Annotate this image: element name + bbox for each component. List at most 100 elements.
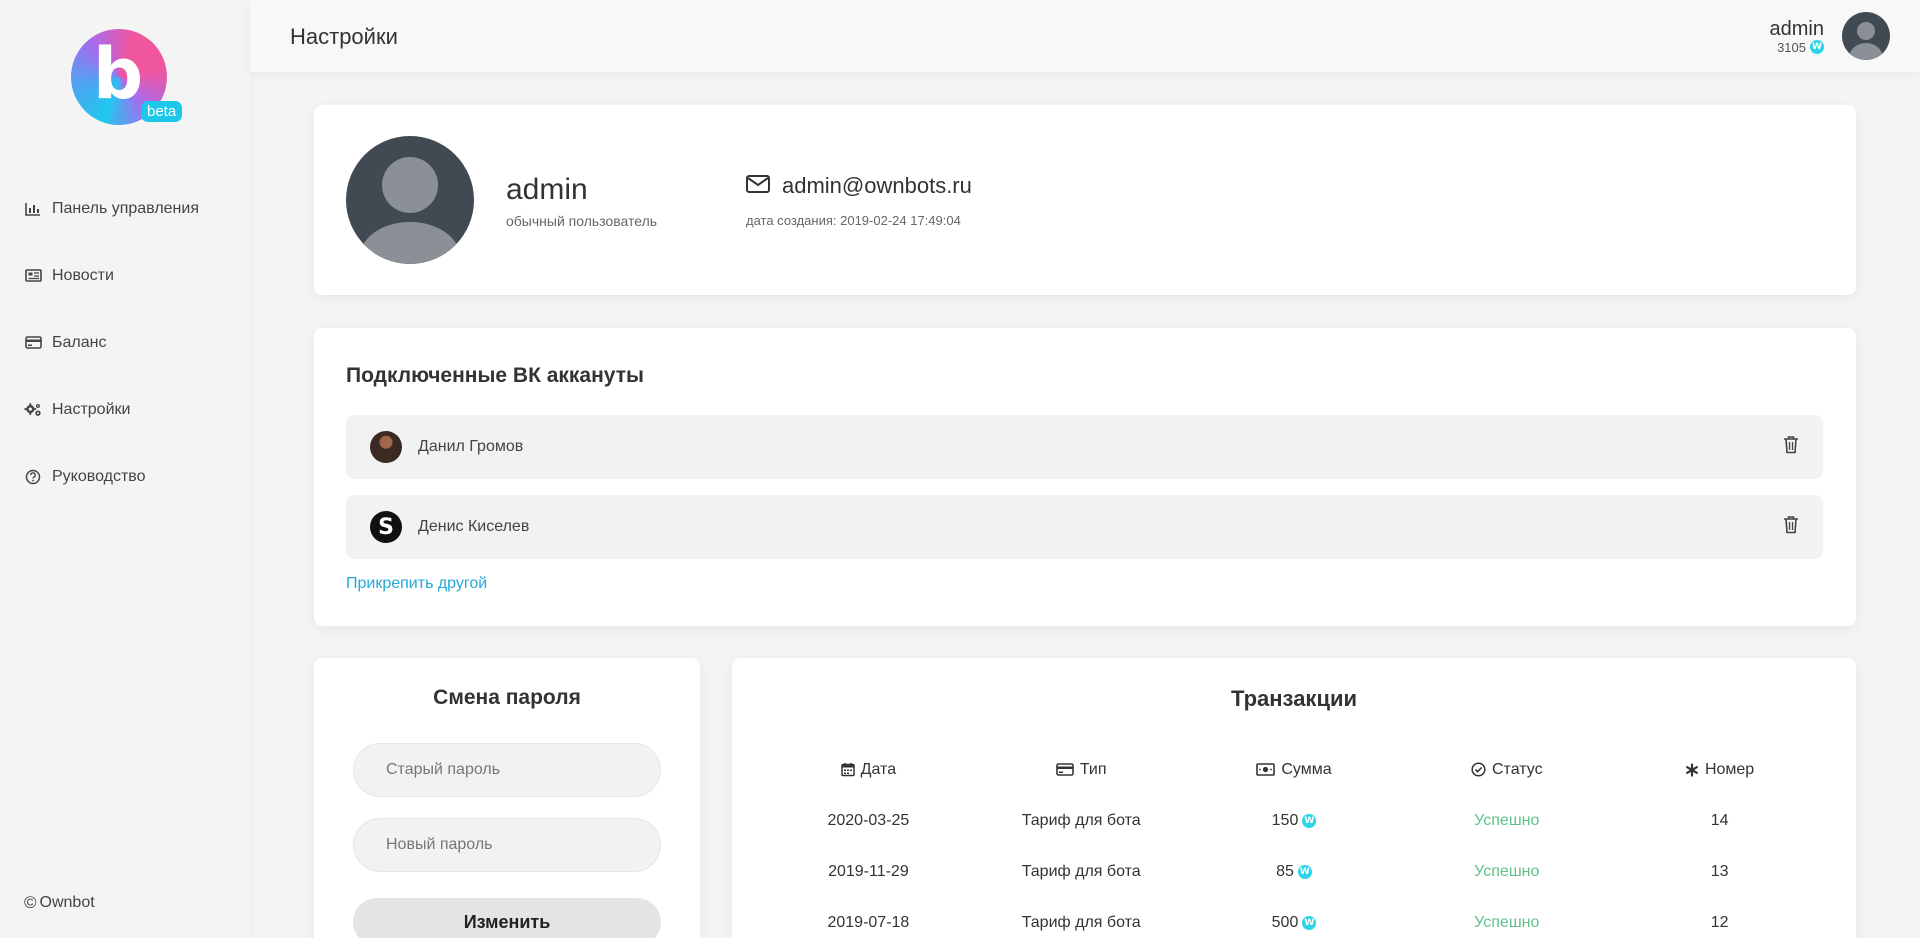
page-title: Настройки [290, 24, 398, 49]
tx-date: 2019-11-29 [828, 862, 909, 880]
beta-badge: beta [141, 101, 183, 122]
change-password-button[interactable]: Изменить [353, 898, 661, 938]
avatar-glyph: S [378, 514, 394, 540]
avatar-head [382, 157, 438, 213]
money-bill-icon [1256, 763, 1276, 776]
tx-amount: 150 W [1188, 812, 1401, 830]
tx-number: 12 [1710, 913, 1729, 931]
sidebar-item-guide[interactable]: Руководство [24, 443, 234, 510]
tx-amount: 500 W [1188, 914, 1401, 932]
ownbot-logo[interactable]: b beta [71, 29, 186, 129]
column-date: Дата [762, 761, 975, 779]
credit-card-icon [1056, 763, 1074, 776]
trash-icon[interactable] [1783, 515, 1799, 539]
transactions-title: Транзакции [1230, 686, 1358, 711]
old-password-input[interactable] [353, 743, 661, 797]
trash-icon[interactable] [1783, 435, 1799, 459]
tx-number: 14 [1710, 811, 1729, 829]
balance-value: 3105 [1777, 39, 1806, 55]
calendar-icon [840, 763, 855, 777]
newspaper-icon [24, 267, 42, 285]
coin-icon: W [1810, 40, 1824, 54]
table-row: 2019-11-29 Тариф для бота 85 W Успешно 13 [762, 846, 1826, 897]
profile-email: admin@ownbots.ru [746, 173, 972, 199]
vk-account-row: S Денис Киселев [346, 495, 1823, 559]
profile-name: admin [506, 173, 588, 206]
envelope-icon [746, 173, 770, 199]
column-status: Статус [1400, 761, 1613, 779]
sidebar-item-label: Новости [52, 266, 114, 284]
sidebar-item-label: Баланс [52, 333, 107, 351]
copyright-icon: © [24, 893, 37, 912]
coin-icon: W [1297, 864, 1312, 879]
header: Настройки admin 3105 W [250, 0, 1920, 72]
tx-number: 13 [1710, 862, 1729, 880]
sidebar-nav: Панель управления Новости Баланс Настрой… [24, 175, 234, 510]
tx-amount-value: 85 [1276, 862, 1294, 880]
user-info: admin 3105 W [1770, 18, 1824, 55]
tx-status: Успешно [1474, 913, 1540, 931]
coin-icon: W [1302, 813, 1317, 828]
bar-chart-icon [24, 200, 42, 218]
asterisk-icon [1686, 762, 1698, 777]
transactions-card: Транзакции Дата Тип Сумма Статус Номер 2… [732, 658, 1856, 938]
check-circle-icon [1471, 762, 1486, 777]
sidebar-item-news[interactable]: Новости [24, 242, 234, 309]
header-balance: 3105 W [1770, 40, 1824, 55]
tx-amount-value: 500 [1271, 913, 1299, 931]
tx-date: 2019-07-18 [827, 913, 910, 931]
column-label: Дата [860, 760, 897, 778]
tx-type: Тариф для бота [1021, 913, 1141, 931]
credit-card-icon [24, 334, 42, 352]
table-row: 2019-07-18 Тариф для бота 500 W Успешно 1… [762, 897, 1826, 938]
vk-account-row: Данил Громов [346, 415, 1823, 479]
tx-status: Успешно [1474, 862, 1540, 880]
sidebar-item-label: Настройки [52, 400, 131, 418]
avatar-body [360, 222, 460, 264]
tx-type: Тариф для бота [1021, 811, 1141, 829]
column-label: Номер [1704, 760, 1755, 778]
user-menu[interactable]: admin 3105 W [1770, 12, 1890, 60]
profile-created: дата создания: 2019-02-24 17:49:04 [746, 213, 961, 228]
avatar-head [1857, 22, 1875, 40]
column-label: Тип [1079, 760, 1107, 778]
attach-another-link[interactable]: Прикрепить другой [346, 575, 487, 593]
avatar-body [1849, 43, 1883, 60]
sidebar-item-label: Руководство [52, 467, 146, 485]
profile-avatar [346, 136, 474, 264]
table-row: 2020-03-25 Тариф для бота 150 W Успешно 1… [762, 795, 1826, 846]
table-header: Дата Тип Сумма Статус Номер [762, 744, 1826, 795]
column-amount: Сумма [1188, 761, 1401, 779]
sidebar-item-label: Панель управления [52, 199, 199, 217]
copyright-text: Ownbot [39, 894, 95, 911]
avatar[interactable] [1842, 12, 1890, 60]
transactions-table: Дата Тип Сумма Статус Номер 2020-03-25 Т… [762, 744, 1826, 938]
vk-accounts-title: Подключенные ВК аккануты [346, 364, 644, 387]
question-circle-icon [24, 468, 42, 486]
tx-status: Успешно [1474, 811, 1540, 829]
new-password-input[interactable] [353, 818, 661, 872]
profile-email-text: admin@ownbots.ru [782, 173, 972, 198]
change-password-title: Смена пароля [433, 686, 581, 709]
sidebar-item-dashboard[interactable]: Панель управления [24, 175, 234, 242]
vk-accounts-card: Подключенные ВК аккануты Данил Громов S … [314, 328, 1856, 626]
vk-account-avatar: S [370, 511, 402, 543]
logo-letter: b [93, 33, 144, 115]
column-type: Тип [975, 761, 1188, 779]
sidebar-item-settings[interactable]: Настройки [24, 376, 234, 443]
column-label: Статус [1492, 760, 1543, 778]
tx-date: 2020-03-25 [827, 811, 910, 829]
vk-account-name: Данил Громов [418, 438, 524, 455]
coin-icon: W [1302, 915, 1317, 930]
copyright: © Ownbot [24, 893, 95, 913]
gears-icon [24, 401, 42, 419]
column-label: Сумма [1281, 760, 1332, 778]
tx-type: Тариф для бота [1021, 862, 1141, 880]
sidebar-item-balance[interactable]: Баланс [24, 309, 234, 376]
header-username: admin [1769, 17, 1824, 40]
profile-role: обычный пользователь [506, 213, 658, 229]
vk-account-name: Денис Киселев [418, 518, 530, 535]
column-number: Номер [1613, 761, 1826, 779]
tx-amount: 85 W [1188, 863, 1401, 881]
profile-card: admin обычный пользователь admin@ownbots… [314, 105, 1856, 295]
